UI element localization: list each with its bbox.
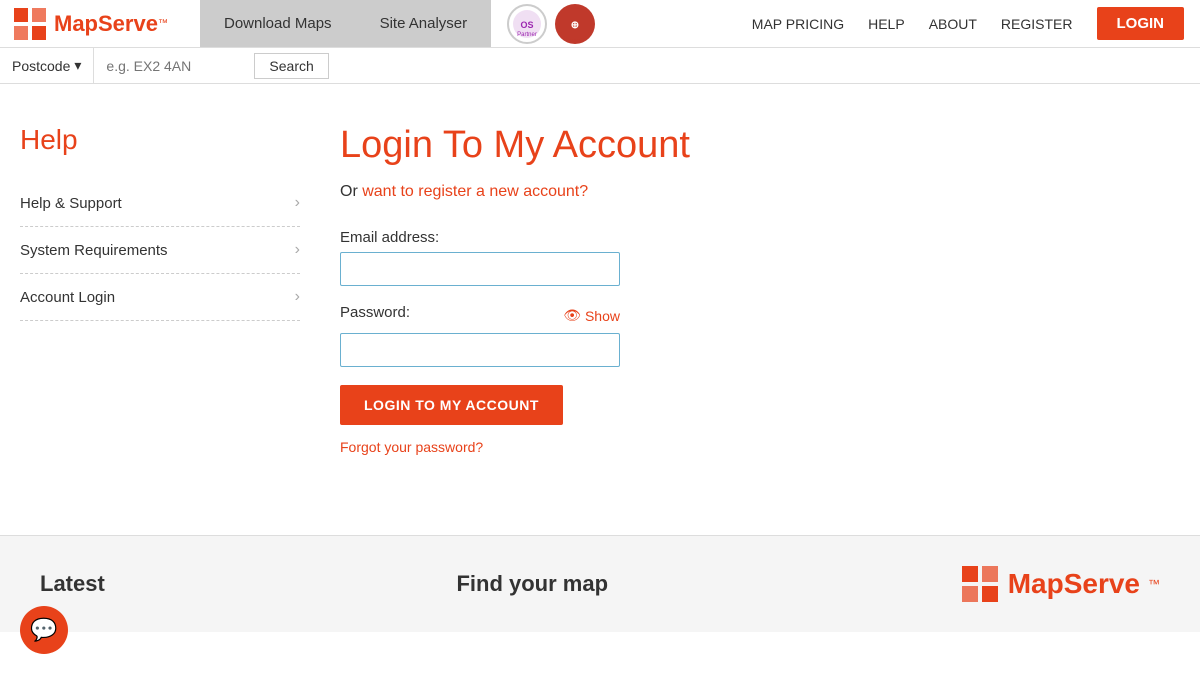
forgot-password-area: Forgot your password? xyxy=(340,439,1180,455)
content-area: Help Help & Support › System Requirement… xyxy=(0,124,1200,455)
sidebar-item-help-support[interactable]: Help & Support › xyxy=(20,180,300,227)
forgot-password-link[interactable]: Forgot your password? xyxy=(340,439,483,455)
sidebar-item-account-login[interactable]: Account Login › xyxy=(20,274,300,321)
show-password-link[interactable]: 👁 Show xyxy=(563,307,620,324)
nav-about[interactable]: ABOUT xyxy=(929,16,977,32)
chevron-down-icon: ▾ xyxy=(74,57,81,74)
nav-help[interactable]: HELP xyxy=(868,16,905,32)
footer-find: Find your map xyxy=(165,571,900,597)
svg-text:⊕: ⊕ xyxy=(571,20,579,31)
eye-icon: 👁 xyxy=(563,307,581,324)
sidebar-item-label: System Requirements xyxy=(20,242,168,259)
sidebar-title: Help xyxy=(20,124,300,156)
password-field[interactable] xyxy=(340,333,620,367)
chat-bubble[interactable]: 💬 xyxy=(20,606,68,654)
register-link[interactable]: want to register a new account? xyxy=(362,183,588,200)
login-submit-button[interactable]: LOGIN TO MY ACCOUNT xyxy=(340,385,563,425)
logo-area: MapServe™ xyxy=(0,6,200,42)
chevron-right-icon: › xyxy=(295,288,300,306)
logo-tm: ™ xyxy=(158,18,168,29)
postcode-label: Postcode xyxy=(12,58,70,74)
register-prompt: Or want to register a new account? xyxy=(340,183,1180,201)
nav-map-pricing[interactable]: MAP PRICING xyxy=(752,16,844,32)
form-actions: LOGIN TO MY ACCOUNT xyxy=(340,385,1180,439)
partner-red-logo: ⊕ xyxy=(555,4,595,44)
footer-latest: Latest xyxy=(40,571,105,597)
footer-logo-tm: ™ xyxy=(1148,577,1160,591)
password-form-group: Password: 👁 Show xyxy=(340,304,620,367)
header-nav: MAP PRICING HELP ABOUT REGISTER LOGIN xyxy=(752,7,1200,40)
partner-logos: OS Partner ⊕ xyxy=(507,4,595,44)
login-button[interactable]: LOGIN xyxy=(1097,7,1185,40)
footer-logo-section: MapServe ™ xyxy=(960,564,1160,604)
header: MapServe™ Download Maps Site Analyser OS… xyxy=(0,0,1200,48)
search-input[interactable] xyxy=(94,58,254,74)
mapserve-icon xyxy=(12,6,48,42)
svg-text:Partner: Partner xyxy=(517,32,537,38)
footer: Latest Find your map MapServe ™ xyxy=(0,535,1200,632)
chevron-right-icon: › xyxy=(295,241,300,259)
password-row: Password: 👁 Show xyxy=(340,304,620,327)
svg-text:OS: OS xyxy=(521,20,534,30)
footer-logo: MapServe ™ xyxy=(960,564,1160,604)
partner-os-logo: OS Partner xyxy=(507,4,547,44)
page-title: Login To My Account xyxy=(340,124,1180,167)
chevron-right-icon: › xyxy=(295,194,300,212)
tab-site-analyser[interactable]: Site Analyser xyxy=(356,0,492,47)
main-content: Login To My Account Or want to register … xyxy=(340,124,1180,455)
show-label: Show xyxy=(585,308,620,324)
nav-tabs: Download Maps Site Analyser xyxy=(200,0,491,47)
chat-icon: 💬 xyxy=(30,617,57,643)
footer-logo-text: MapServe xyxy=(1008,568,1140,600)
email-label: Email address: xyxy=(340,229,620,246)
footer-latest-label: Latest xyxy=(40,571,105,597)
postcode-dropdown[interactable]: Postcode ▾ xyxy=(0,48,94,83)
footer-logo-icon xyxy=(960,564,1000,604)
email-field[interactable] xyxy=(340,252,620,286)
search-button[interactable]: Search xyxy=(254,53,328,79)
tab-download-maps[interactable]: Download Maps xyxy=(200,0,356,47)
email-form-group: Email address: xyxy=(340,229,620,286)
sidebar-item-system-requirements[interactable]: System Requirements › xyxy=(20,227,300,274)
nav-register[interactable]: REGISTER xyxy=(1001,16,1073,32)
footer-find-label: Find your map xyxy=(456,571,608,597)
search-bar: Postcode ▾ Search xyxy=(0,48,1200,84)
logo-text: MapServe xyxy=(54,11,158,37)
sidebar: Help Help & Support › System Requirement… xyxy=(20,124,300,455)
sidebar-item-label: Account Login xyxy=(20,289,115,306)
password-label: Password: xyxy=(340,304,410,321)
register-prompt-text: Or xyxy=(340,183,362,200)
sidebar-item-label: Help & Support xyxy=(20,195,122,212)
